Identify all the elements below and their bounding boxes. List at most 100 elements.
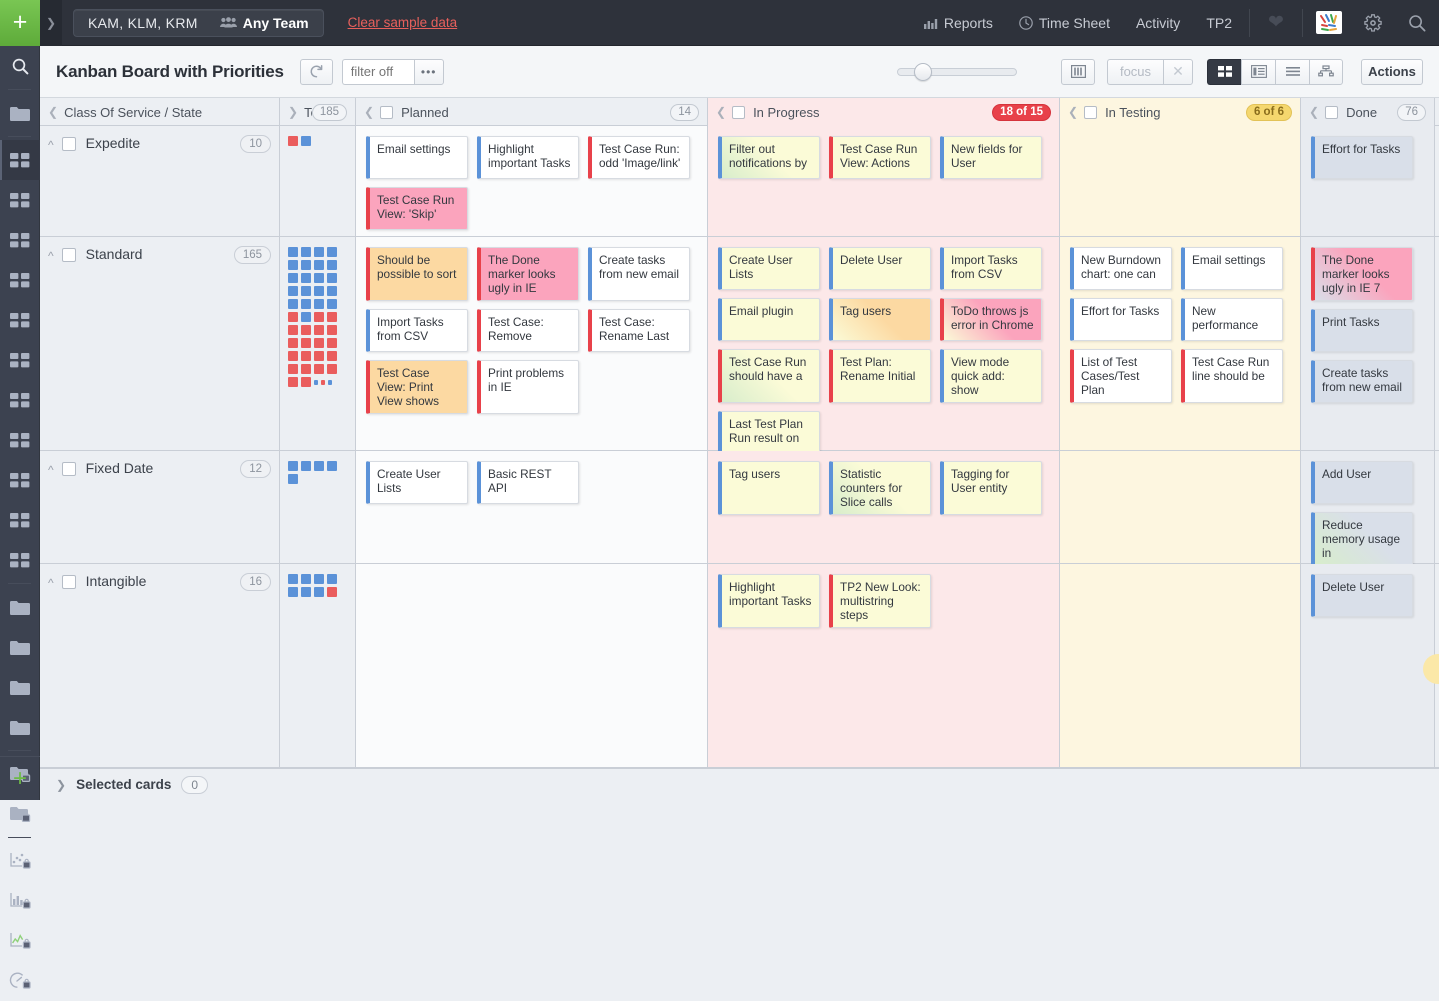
kanban-card[interactable]: Import Tasks from CSV (366, 309, 468, 352)
rail-item-board-4[interactable] (0, 220, 40, 260)
kanban-card[interactable]: Create tasks from new email (1311, 360, 1413, 403)
rail-item-board-2[interactable] (0, 140, 40, 180)
column-select-checkbox[interactable] (732, 106, 745, 119)
kanban-card[interactable]: Email settings (366, 136, 468, 179)
cell-planned-fixed-date[interactable]: Create User ListsBasic REST API (356, 451, 708, 563)
rail-item-board-12[interactable] (0, 540, 40, 580)
mini-card[interactable] (314, 351, 324, 361)
mini-card[interactable] (301, 364, 311, 374)
kanban-card[interactable]: Add User (1311, 461, 1413, 504)
mini-card[interactable] (327, 286, 337, 296)
rail-item-board-3[interactable] (0, 180, 40, 220)
mini-card[interactable] (327, 247, 337, 257)
mini-card[interactable] (314, 286, 324, 296)
chevron-right-icon[interactable]: ❯ (288, 105, 298, 119)
mini-card[interactable] (301, 247, 311, 257)
chevron-left-icon[interactable]: ❮ (364, 105, 374, 119)
kanban-card[interactable]: Print Tasks (1311, 309, 1413, 352)
kanban-card[interactable]: Email plugin (718, 298, 820, 341)
cell-in-progress-intangible[interactable]: Highlight important TasksTP2 New Look: m… (708, 564, 1060, 767)
cell-in-testing-expedite[interactable] (1060, 126, 1301, 236)
kanban-card[interactable]: Highlight important Tasks (477, 136, 579, 179)
mini-card[interactable] (314, 325, 324, 335)
mini-card[interactable] (314, 338, 324, 348)
kanban-card[interactable]: Import Tasks from CSV (940, 247, 1042, 290)
kanban-card[interactable]: Tag users (718, 461, 820, 515)
mini-card[interactable] (327, 338, 337, 348)
kanban-card[interactable]: Last Test Plan Run result on (718, 411, 820, 454)
chevron-left-icon[interactable]: ❮ (716, 105, 726, 119)
mini-card[interactable] (301, 351, 311, 361)
mini-card[interactable] (301, 574, 311, 584)
actions-button[interactable]: Actions (1361, 59, 1423, 85)
column-select-checkbox[interactable] (380, 106, 393, 119)
todo-mini-cards[interactable] (280, 126, 356, 236)
rail-item-folder-1[interactable] (0, 93, 40, 133)
kanban-card[interactable]: TP2 New Look: multistring steps (829, 574, 931, 628)
mini-card[interactable] (314, 574, 324, 584)
kanban-card[interactable]: Test Case Run line should be (1181, 349, 1283, 403)
mini-card[interactable] (301, 377, 311, 387)
kanban-card[interactable]: Test Case Run View: 'Skip' (366, 187, 468, 230)
cell-in-progress-expedite[interactable]: Filter out notifications byTest Case Run… (708, 126, 1060, 236)
rail-item-folder-15[interactable] (0, 667, 40, 707)
mini-card[interactable] (327, 351, 337, 361)
rail-add-button[interactable]: + (0, 756, 40, 800)
rail-item-board-11[interactable] (0, 500, 40, 540)
mini-card[interactable] (288, 461, 298, 471)
column-header-class-of-service-state[interactable]: ❮Class Of Service / State (40, 98, 280, 126)
mini-card[interactable] (288, 136, 298, 146)
mini-card[interactable] (288, 364, 298, 374)
kanban-card[interactable]: Tagging for User entity (940, 461, 1042, 515)
column-header-to-d[interactable]: ❯To D185 (280, 98, 356, 126)
rail-item-folder-14[interactable] (0, 627, 40, 667)
mini-card[interactable] (288, 312, 298, 322)
cell-done-expedite[interactable]: Effort for Tasks (1301, 126, 1435, 236)
kanban-card[interactable]: Effort for Tasks (1070, 298, 1172, 341)
nav-reports[interactable]: Reports (911, 0, 1006, 46)
rail-item-folder-lock-18[interactable] (0, 794, 40, 834)
kanban-card[interactable]: Test Case: Remove (477, 309, 579, 352)
mini-card[interactable] (288, 338, 298, 348)
chevron-up-icon[interactable]: ^ (48, 249, 54, 263)
cell-in-testing-intangible[interactable] (1060, 564, 1301, 767)
view-grid-button[interactable] (1207, 59, 1241, 85)
rail-item-line-lock-21[interactable] (0, 921, 40, 961)
mini-card[interactable] (314, 312, 324, 322)
nav-activity[interactable]: Activity (1123, 0, 1193, 46)
swimlane-select-checkbox[interactable] (62, 248, 76, 262)
cell-in-testing-fixed-date[interactable] (1060, 451, 1301, 563)
cell-done-fixed-date[interactable]: Add UserReduce memory usage in (1301, 451, 1435, 563)
mini-card[interactable] (327, 364, 337, 374)
swimlane-select-checkbox[interactable] (62, 137, 76, 151)
mini-card[interactable] (301, 312, 311, 322)
mini-card[interactable] (301, 286, 311, 296)
rail-item-board-6[interactable] (0, 300, 40, 340)
rail-item-scatter-lock-19[interactable] (0, 841, 40, 881)
filter-input[interactable] (342, 59, 414, 85)
mini-card[interactable] (301, 587, 311, 597)
mini-card[interactable] (301, 273, 311, 283)
card-size-slider[interactable] (897, 68, 1017, 76)
rail-item-board-5[interactable] (0, 260, 40, 300)
kanban-card[interactable]: Highlight important Tasks (718, 574, 820, 628)
chevron-up-icon[interactable]: ^ (48, 576, 54, 590)
mini-card[interactable] (314, 273, 324, 283)
project-selector[interactable]: KAM, KLM, KRM Any Team (73, 9, 324, 37)
mini-card[interactable] (301, 299, 311, 309)
chevron-left-icon[interactable]: ❮ (1309, 105, 1319, 119)
rail-item-bar-lock-20[interactable] (0, 881, 40, 921)
mini-card[interactable] (327, 273, 337, 283)
mini-card[interactable] (288, 299, 298, 309)
slider-handle[interactable] (914, 63, 932, 81)
kanban-card[interactable]: Create tasks from new email (588, 247, 690, 301)
todo-mini-cards[interactable] (280, 237, 356, 450)
chevron-up-icon[interactable]: ^ (48, 138, 54, 152)
mini-card[interactable] (327, 461, 337, 471)
mini-card[interactable] (288, 286, 298, 296)
mini-card[interactable] (301, 338, 311, 348)
swimlane-select-checkbox[interactable] (62, 575, 76, 589)
mini-card[interactable] (327, 574, 337, 584)
filter-options-button[interactable]: ••• (414, 59, 444, 85)
mini-card[interactable] (327, 587, 337, 597)
